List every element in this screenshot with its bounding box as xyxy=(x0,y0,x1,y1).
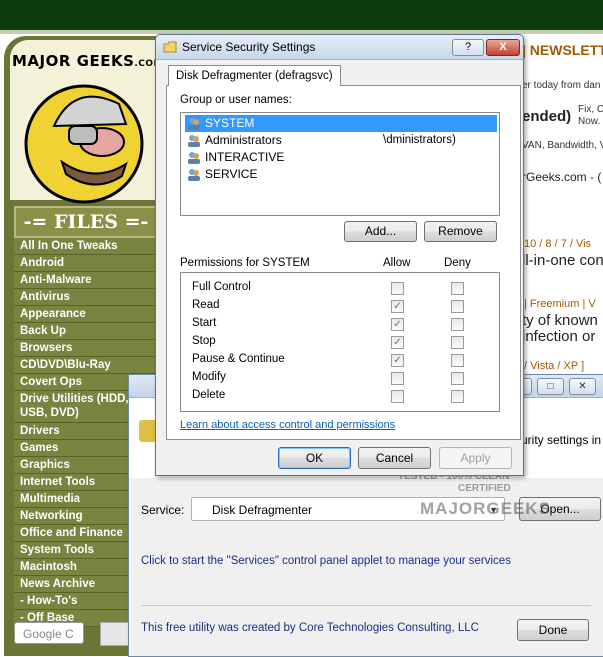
ok-button[interactable]: OK xyxy=(278,447,351,469)
help-button[interactable]: ? xyxy=(452,39,484,56)
deny-checkbox[interactable] xyxy=(451,390,464,403)
permission-row: Pause & Continue ✓ xyxy=(181,351,499,369)
service-security-dialog: Service Security Settings ? X Disk Defra… xyxy=(155,34,524,476)
permission-row: Read ✓ xyxy=(181,297,499,315)
service-label: Service: xyxy=(141,503,185,517)
nav-item-cd-dvd-bluray[interactable]: CD\DVD\Blu-Ray xyxy=(14,357,156,374)
close-button[interactable]: ✕ xyxy=(569,378,596,395)
deny-checkbox[interactable] xyxy=(451,336,464,349)
snippet: Now. xyxy=(578,116,601,127)
permission-name: Full Control xyxy=(192,281,251,293)
permission-name: Read xyxy=(192,299,220,311)
permission-row: Stop ✓ xyxy=(181,333,499,351)
permission-name: Modify xyxy=(192,371,226,383)
credit-text: This free utility was created by Core Te… xyxy=(141,622,479,634)
deny-column-header: Deny xyxy=(444,257,471,269)
files-heading: -= FILES =- xyxy=(14,206,158,238)
nav-item-all-in-one-tweaks[interactable]: All In One Tweaks xyxy=(14,238,156,255)
allow-checkbox[interactable]: ✓ xyxy=(391,300,404,313)
snippet: rGeeks.com - ( xyxy=(522,170,602,184)
snippet: ll-in-one con xyxy=(522,252,603,269)
folder-icon xyxy=(163,41,177,53)
user-name: SYSTEM xyxy=(205,116,255,130)
snippet: Fix, C xyxy=(578,104,603,115)
snippet: / Vista / XP ] xyxy=(524,360,585,372)
nav-item-browsers[interactable]: Browsers xyxy=(14,340,156,357)
maximize-button[interactable]: □ xyxy=(537,378,564,395)
apply-button[interactable]: Apply xyxy=(439,447,512,469)
allow-checkbox[interactable]: ✓ xyxy=(391,354,404,367)
users-icon xyxy=(188,118,200,130)
list-item-service[interactable]: SERVICE xyxy=(185,166,497,183)
snippet: ty of known xyxy=(522,312,598,329)
deny-checkbox[interactable] xyxy=(451,354,464,367)
service-description: urity settings in xyxy=(521,433,602,447)
services-applet-link[interactable]: Click to start the "Services" control pa… xyxy=(141,555,511,567)
permission-row: Delete xyxy=(181,387,499,405)
snippet: infection or xyxy=(522,328,596,345)
stamp-line-3: CERTIFIED xyxy=(458,483,511,494)
snippet: ended) xyxy=(522,108,572,125)
mascot-icon xyxy=(24,84,144,204)
dialog-title: Service Security Settings xyxy=(182,40,316,54)
nav-item-android[interactable]: Android xyxy=(14,255,156,272)
permission-name: Start xyxy=(192,317,217,329)
snippet: VAN, Bandwidth, V xyxy=(522,140,603,151)
deny-checkbox[interactable] xyxy=(451,300,464,313)
nav-item-anti-malware[interactable]: Anti-Malware xyxy=(14,272,156,289)
learn-access-control-link[interactable]: Learn about access control and permissio… xyxy=(180,419,395,431)
nav-item-appearance[interactable]: Appearance xyxy=(14,306,156,323)
permission-row: Start ✓ xyxy=(181,315,499,333)
site-top-bar xyxy=(0,0,603,34)
allow-checkbox[interactable]: ✓ xyxy=(391,336,404,349)
list-item-administrators[interactable]: Administrators \dministrators) xyxy=(185,132,497,149)
permission-name: Delete xyxy=(192,389,226,401)
allow-checkbox[interactable] xyxy=(391,372,404,385)
nav-item-back-up[interactable]: Back Up xyxy=(14,323,156,340)
allow-checkbox[interactable] xyxy=(391,390,404,403)
site-search-input[interactable]: Google C xyxy=(14,622,84,644)
tab-panel: Group or user names: SYSTEM Administrato… xyxy=(166,85,521,440)
tab-disk-defragmenter[interactable]: Disk Defragmenter (defragsvc) xyxy=(168,65,341,86)
users-icon xyxy=(188,169,200,181)
allow-column-header: Allow xyxy=(383,257,411,269)
snippet: 10 / 8 / 7 / Vis xyxy=(524,238,592,250)
remove-button[interactable]: Remove xyxy=(424,221,497,242)
users-icon xyxy=(188,152,200,164)
nav-item-antivirus[interactable]: Antivirus xyxy=(14,289,156,306)
deny-checkbox[interactable] xyxy=(451,318,464,331)
deny-checkbox[interactable] xyxy=(451,282,464,295)
dialog-close-button[interactable]: X xyxy=(486,39,520,56)
dialog-titlebar[interactable]: Service Security Settings ? X xyxy=(156,35,523,60)
allow-checkbox[interactable]: ✓ xyxy=(391,318,404,331)
user-name: SERVICE xyxy=(205,167,258,181)
done-button[interactable]: Done xyxy=(517,619,589,641)
permission-row: Modify xyxy=(181,369,499,387)
users-icon xyxy=(188,135,200,147)
permission-name: Stop xyxy=(192,335,216,347)
permission-name: Pause & Continue xyxy=(192,353,285,365)
certified-stamp: TESTED • 100% CLEAN CERTIFIED MAJORGEEKS xyxy=(398,471,550,549)
permissions-list: Full Control Read ✓ Start ✓ Stop ✓ Pause & Cont… xyxy=(180,272,500,412)
stamp-line-2: MAJORGEEKS xyxy=(420,499,551,518)
allow-checkbox[interactable] xyxy=(391,282,404,295)
snippet: er today from dan xyxy=(522,80,601,91)
snippet: | Freemium | V xyxy=(524,298,596,310)
permissions-title: Permissions for SYSTEM xyxy=(180,257,310,269)
permission-row: Full Control xyxy=(181,279,499,297)
user-name: INTERACTIVE xyxy=(205,150,285,164)
divider xyxy=(141,605,591,606)
cancel-button[interactable]: Cancel xyxy=(358,447,431,469)
service-select-value: Disk Defragmenter xyxy=(212,503,313,517)
group-label: Group or user names: xyxy=(180,94,292,106)
add-button[interactable]: Add... xyxy=(344,221,417,242)
list-item-system[interactable]: SYSTEM xyxy=(185,115,497,132)
newsletter-link[interactable]: | NEWSLETTER xyxy=(522,42,603,58)
user-list: SYSTEM Administrators \dministrators) IN… xyxy=(180,112,500,216)
user-suffix: \dministrators) xyxy=(383,134,456,146)
deny-checkbox[interactable] xyxy=(451,372,464,385)
user-name: Administrators xyxy=(205,133,282,147)
list-item-interactive[interactable]: INTERACTIVE xyxy=(185,149,497,166)
